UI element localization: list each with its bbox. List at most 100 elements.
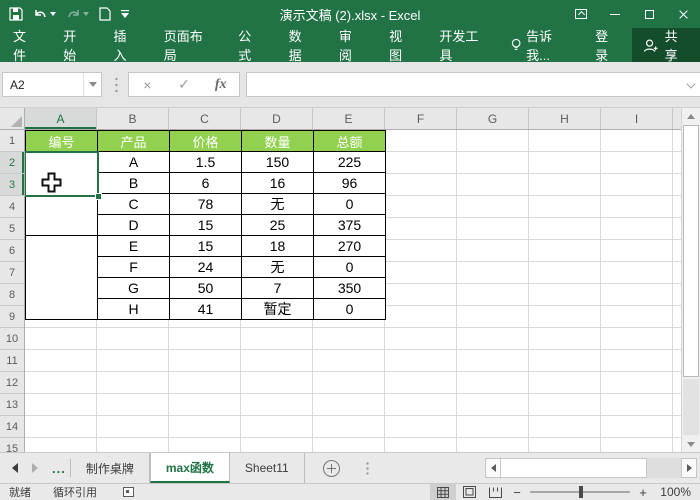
table-header-cell-5[interactable]: 总额 [313, 130, 386, 152]
row-header-6[interactable]: 6 [0, 240, 24, 262]
cell-D6[interactable]: 18 [241, 235, 314, 257]
cell-B8[interactable]: G [97, 277, 170, 299]
column-header-D[interactable]: D [241, 108, 313, 129]
row-header-12[interactable]: 12 [0, 372, 24, 394]
zoom-slider-handle[interactable] [579, 486, 583, 498]
scroll-right-button[interactable] [681, 458, 697, 478]
cell-B9[interactable]: H [97, 298, 170, 320]
name-box-dropdown[interactable] [83, 73, 101, 96]
row-header-1[interactable]: 1 [0, 130, 24, 152]
cell-D4[interactable]: 无 [241, 193, 314, 215]
row-header-5[interactable]: 5 [0, 218, 24, 240]
row-header-11[interactable]: 11 [0, 350, 24, 372]
row-header-2[interactable]: 2 [0, 152, 24, 174]
sheet-tab-制作桌牌[interactable]: 制作桌牌 [71, 453, 150, 483]
column-header-E[interactable]: E [313, 108, 385, 129]
undo-button[interactable] [33, 8, 56, 21]
share-button[interactable]: 共享 [631, 28, 700, 63]
customize-qat-icon[interactable] [121, 9, 129, 19]
cell-grid[interactable]: 编号 产品 价格 数量 总额 A 1.5 150 225 B 6 16 96 C 78 无 0 D 15 25 375 E… [25, 130, 681, 452]
column-header-F[interactable]: F [385, 108, 457, 129]
cell-E3[interactable]: 96 [313, 172, 386, 194]
normal-view-button[interactable] [430, 484, 456, 500]
merged-cell-a6-a9[interactable] [25, 235, 98, 320]
redo-dropdown-icon[interactable] [83, 12, 89, 16]
macro-record-icon[interactable] [123, 487, 134, 497]
ribbon-tab-页面布局[interactable]: 页面布局 [151, 28, 226, 63]
horizontal-scrollbar-track[interactable] [647, 458, 681, 478]
save-icon[interactable] [9, 7, 23, 21]
cell-B2[interactable]: A [97, 151, 170, 173]
cell-D7[interactable]: 无 [241, 256, 314, 278]
cell-C9[interactable]: 41 [169, 298, 242, 320]
name-box[interactable]: A2 [2, 72, 102, 97]
row-header-15[interactable]: 15 [0, 438, 24, 453]
maximize-button[interactable] [632, 0, 666, 28]
column-header-B[interactable]: B [97, 108, 169, 129]
ribbon-tab-插入[interactable]: 插入 [101, 28, 151, 63]
cell-C2[interactable]: 1.5 [169, 151, 242, 173]
close-button[interactable] [666, 0, 700, 28]
ribbon-tab-数据[interactable]: 数据 [276, 28, 326, 63]
ribbon-tab-开发工具[interactable]: 开发工具 [426, 28, 501, 63]
cell-E9[interactable]: 0 [313, 298, 386, 320]
page-break-preview-button[interactable] [482, 484, 508, 500]
cell-C7[interactable]: 24 [169, 256, 242, 278]
formula-bar-separator[interactable] [115, 76, 118, 94]
sheet-tab-max函数[interactable]: max函数 [149, 453, 230, 483]
cancel-button[interactable]: × [129, 73, 166, 96]
row-header-10[interactable]: 10 [0, 328, 24, 350]
tell-me-button[interactable]: 告诉我... [501, 28, 583, 63]
row-header-13[interactable]: 13 [0, 394, 24, 416]
fill-handle[interactable] [95, 193, 102, 200]
sheet-tab-Sheet11[interactable]: Sheet11 [230, 453, 305, 483]
ribbon-tab-公式[interactable]: 公式 [225, 28, 275, 63]
cell-D2[interactable]: 150 [241, 151, 314, 173]
column-header-A[interactable]: A [25, 108, 97, 129]
more-sheets-button[interactable]: ... [48, 453, 70, 483]
formula-input[interactable] [246, 72, 700, 97]
cell-E5[interactable]: 375 [313, 214, 386, 236]
cell-C6[interactable]: 15 [169, 235, 242, 257]
select-all-button[interactable] [0, 108, 25, 130]
sign-in-button[interactable]: 登录 [583, 28, 632, 63]
cell-B5[interactable]: D [97, 214, 170, 236]
scroll-left-button[interactable] [485, 458, 501, 478]
vertical-scrollbar[interactable] [681, 108, 700, 452]
undo-dropdown-icon[interactable] [50, 12, 56, 16]
previous-sheet-icon[interactable] [12, 463, 18, 473]
table-header-cell-3[interactable]: 价格 [169, 130, 242, 152]
cell-E7[interactable]: 0 [313, 256, 386, 278]
cell-B6[interactable]: E [97, 235, 170, 257]
cell-selection-a2[interactable] [25, 151, 102, 200]
ribbon-tab-审阅[interactable]: 审阅 [326, 28, 376, 63]
cell-B7[interactable]: F [97, 256, 170, 278]
table-header-cell-2[interactable]: 产品 [97, 130, 170, 152]
next-sheet-icon[interactable] [32, 463, 38, 473]
zoom-slider[interactable] [530, 486, 630, 498]
cell-B4[interactable]: C [97, 193, 170, 215]
zoom-in-button[interactable]: + [634, 485, 652, 500]
column-header-I[interactable]: I [601, 108, 673, 129]
minimize-button[interactable] [598, 0, 632, 28]
enter-button[interactable]: ✓ [166, 73, 203, 96]
merged-cell-a4-a5[interactable] [25, 193, 98, 236]
row-header-8[interactable]: 8 [0, 284, 24, 306]
cell-C3[interactable]: 6 [169, 172, 242, 194]
ribbon-tab-开始[interactable]: 开始 [50, 28, 100, 63]
scroll-up-button[interactable] [682, 108, 700, 124]
new-sheet-button[interactable] [305, 453, 358, 483]
column-header-H[interactable]: H [529, 108, 601, 129]
row-header-7[interactable]: 7 [0, 262, 24, 284]
cell-D8[interactable]: 7 [241, 277, 314, 299]
row-header-4[interactable]: 4 [0, 196, 24, 218]
cell-E4[interactable]: 0 [313, 193, 386, 215]
ribbon-display-options-button[interactable] [564, 0, 598, 28]
column-header-C[interactable]: C [169, 108, 241, 129]
page-layout-view-button[interactable] [456, 484, 482, 500]
cell-D9[interactable]: 暂定 [241, 298, 314, 320]
row-header-3[interactable]: 3 [0, 174, 24, 196]
zoom-level[interactable]: 100% [652, 485, 700, 499]
cell-D3[interactable]: 16 [241, 172, 314, 194]
circular-references-label[interactable]: 循环引用 [53, 484, 97, 500]
